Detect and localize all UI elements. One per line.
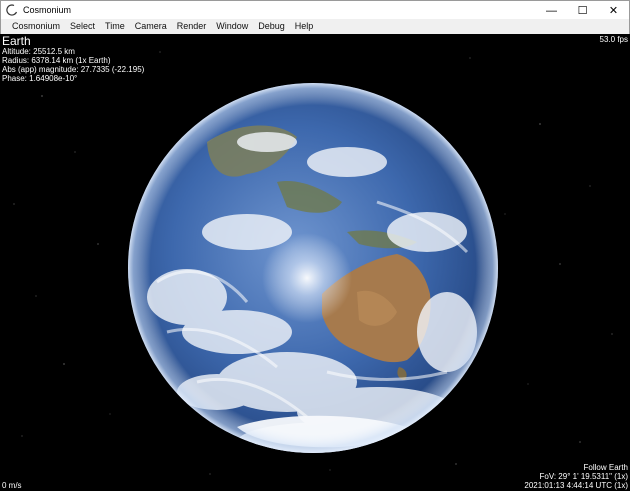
hud-follow: Follow Earth	[583, 463, 628, 472]
close-button[interactable]: ✕	[598, 1, 629, 20]
menu-render[interactable]: Render	[172, 19, 212, 34]
hud-speed: 0 m/s	[2, 481, 22, 490]
window-titlebar[interactable]: Cosmonium — ☐ ✕	[0, 0, 630, 19]
hud-datetime: 2021:01:13 4:44:14 UTC (1x)	[524, 481, 628, 490]
maximize-button[interactable]: ☐	[567, 1, 598, 20]
window-controls: — ☐ ✕	[536, 1, 629, 20]
menu-debug[interactable]: Debug	[253, 19, 290, 34]
hud-fov: FoV: 29° 1' 19.5311" (1x)	[539, 472, 628, 481]
cosmonium-app-icon	[5, 3, 19, 17]
menu-camera[interactable]: Camera	[130, 19, 172, 34]
hud-radius: Radius: 6378.14 km (1x Earth)	[2, 56, 111, 65]
menu-time[interactable]: Time	[100, 19, 130, 34]
3d-viewport[interactable]: Earth Altitude: 25512.5 km Radius: 6378.…	[0, 34, 630, 491]
hud-altitude: Altitude: 25512.5 km	[2, 47, 75, 56]
window-title: Cosmonium	[23, 5, 72, 15]
hud-object-info: Earth Altitude: 25512.5 km Radius: 6378.…	[2, 35, 144, 83]
hud-magnitude: Abs (app) magnitude: 27.7335 (-22.195)	[2, 65, 145, 74]
menu-help[interactable]: Help	[290, 19, 319, 34]
menu-bar: Cosmonium Select Time Camera Render Wind…	[0, 19, 630, 34]
hud-phase: Phase: 1.64908e-10°	[2, 74, 78, 83]
hud-camera-info: Follow Earth FoV: 29° 1' 19.5311" (1x) 2…	[524, 463, 628, 490]
minimize-button[interactable]: —	[536, 1, 567, 20]
menu-cosmonium[interactable]: Cosmonium	[7, 19, 65, 34]
hud-fps: 53.0 fps	[599, 35, 628, 44]
hud-object-name: Earth	[2, 34, 31, 48]
earth-globe[interactable]	[127, 82, 499, 454]
menu-select[interactable]: Select	[65, 19, 100, 34]
menu-window[interactable]: Window	[211, 19, 253, 34]
